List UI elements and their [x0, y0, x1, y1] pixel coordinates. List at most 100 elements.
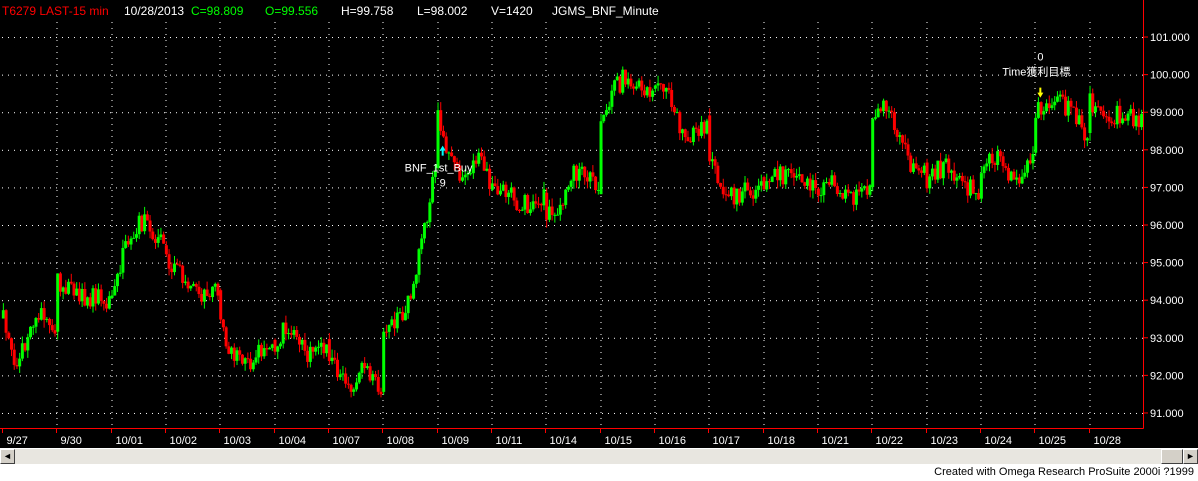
candle-body	[901, 135, 905, 143]
grid-dot	[545, 136, 547, 137]
grid-dot	[140, 74, 141, 76]
grid-dot	[518, 74, 519, 76]
grid-dot	[1076, 375, 1077, 377]
grid-dot	[794, 337, 795, 339]
grid-dot	[836, 112, 837, 114]
horizontal-scrollbar[interactable]: ◄ ►	[0, 448, 1198, 464]
grid-dot	[274, 388, 276, 389]
candle-body	[311, 346, 315, 352]
grid-dot	[908, 262, 909, 264]
grid-dot	[600, 316, 602, 317]
candle-body	[816, 188, 820, 196]
grid-dot	[968, 74, 969, 76]
grid-dot	[763, 418, 765, 419]
grid-dot	[908, 412, 909, 414]
grid-dot	[111, 220, 113, 221]
candle-body	[838, 193, 842, 195]
grid-dot	[219, 100, 221, 101]
scrollbar-track[interactable]	[15, 449, 1183, 464]
grid-dot	[437, 304, 439, 305]
grid-dot	[980, 226, 982, 227]
grid-dot	[80, 187, 81, 189]
grid-dot	[56, 106, 58, 107]
grid-dot	[98, 187, 99, 189]
grid-dot	[1058, 412, 1059, 414]
grid-dot	[788, 74, 789, 76]
grid-dot	[890, 375, 891, 377]
grid-dot	[708, 46, 710, 47]
grid-dot	[871, 424, 873, 425]
grid-dot	[600, 238, 602, 239]
grid-dot	[165, 262, 167, 263]
candle-body	[439, 110, 443, 131]
scrollbar-thumb[interactable]	[1161, 449, 1183, 464]
grid-dot	[116, 112, 117, 114]
grid-dot	[708, 424, 710, 425]
scroll-left-button[interactable]: ◄	[0, 449, 15, 464]
grid-dot	[560, 412, 561, 414]
grid-dot	[842, 37, 843, 39]
grid-dot	[56, 370, 58, 371]
grid-dot	[740, 375, 741, 377]
grid-dot	[1094, 375, 1095, 377]
grid-dot	[104, 149, 105, 151]
grid-dot	[470, 187, 471, 189]
grid-dot	[368, 112, 369, 114]
candle-body	[841, 193, 845, 199]
grid-dot	[932, 225, 933, 226]
grid-dot	[248, 337, 249, 339]
grid-dot	[908, 37, 909, 39]
grid-dot	[32, 112, 33, 114]
grid-dot	[188, 337, 189, 339]
grid-dot	[584, 300, 585, 302]
grid-dot	[274, 238, 276, 239]
candle-body	[822, 182, 826, 196]
grid-dot	[111, 382, 113, 383]
grid-dot	[884, 262, 885, 264]
grid-dot	[758, 375, 759, 377]
grid-dot	[491, 424, 493, 425]
grid-dot	[194, 337, 195, 339]
candle-body	[224, 327, 228, 347]
grid-dot	[980, 64, 982, 65]
grid-dot	[404, 337, 405, 339]
grid-dot	[866, 149, 867, 151]
grid-dot	[296, 187, 297, 189]
grid-dot	[80, 262, 81, 264]
candle-body	[153, 239, 157, 243]
grid-dot	[110, 262, 111, 264]
grid-dot	[878, 412, 879, 414]
grid-dot	[219, 202, 221, 203]
grid-dot	[1034, 286, 1036, 287]
grid-dot	[1089, 268, 1091, 269]
scroll-right-button[interactable]: ►	[1183, 449, 1198, 464]
grid-dot	[763, 412, 765, 413]
grid-dot	[458, 74, 459, 76]
grid-dot	[871, 328, 873, 329]
grid-dot	[794, 149, 795, 151]
grid-dot	[752, 112, 753, 114]
grid-dot	[560, 112, 561, 114]
grid-dot	[446, 337, 447, 339]
grid-dot	[740, 112, 741, 114]
grid-dot	[437, 250, 439, 251]
grid-dot	[491, 364, 493, 365]
grid-dot	[920, 300, 921, 302]
grid-dot	[1088, 262, 1089, 264]
grid-dot	[1100, 74, 1101, 76]
grid-dot	[1040, 225, 1041, 226]
grid-dot	[116, 37, 117, 39]
grid-dot	[326, 262, 327, 264]
grid-dot	[708, 40, 710, 41]
grid-dot	[328, 292, 330, 293]
candle-body	[80, 288, 84, 302]
grid-dot	[584, 412, 585, 414]
grid-dot	[434, 375, 435, 377]
grid-dot	[398, 187, 399, 189]
grid-dot	[992, 74, 993, 76]
grid-dot	[260, 187, 261, 189]
grid-dot	[1089, 262, 1091, 263]
grid-dot	[680, 187, 681, 189]
grid-dot	[1034, 382, 1036, 383]
grid-dot	[488, 74, 489, 76]
